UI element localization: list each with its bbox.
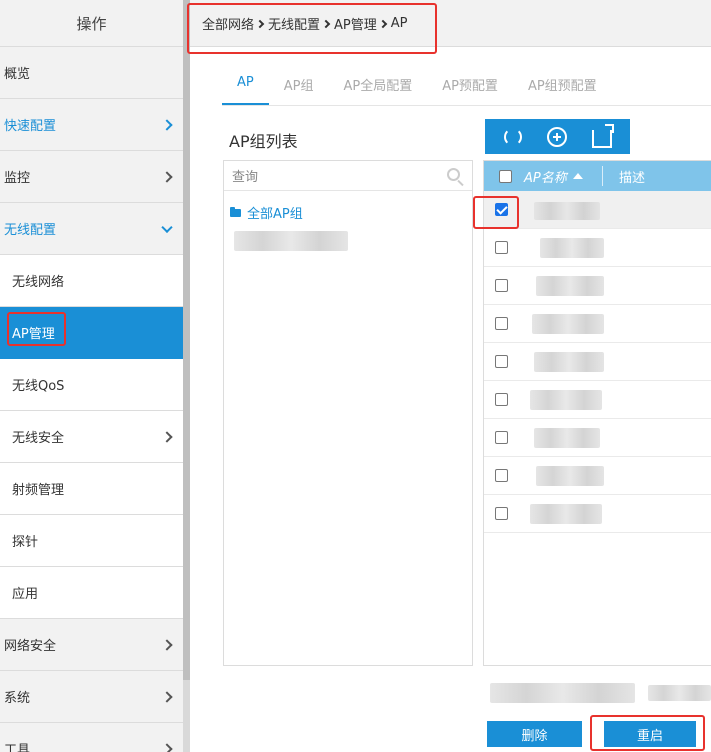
chevron-right-icon [161,638,173,651]
group-list-title: AP组列表 [229,132,298,151]
tree-item-all-ap-groups[interactable]: 全部AP组 [230,203,303,222]
sidebar-scrollbar[interactable] [183,0,190,752]
blurred-ap-name [536,466,604,486]
chevron-right-icon [161,742,173,752]
sidebar-item-label: 快速配置 [4,119,57,134]
sidebar-item-label: 概览 [4,67,31,82]
refresh-button[interactable] [501,125,525,149]
row-checkbox[interactable] [495,279,508,292]
chevron-right-icon [161,118,173,131]
table-row[interactable] [484,267,711,305]
sidebar-item-label: 应用 [12,587,39,602]
sidebar-item-probe[interactable]: 探针 [0,515,183,567]
sidebar-item-network-security[interactable]: 网络安全 [0,619,183,671]
export-icon [591,123,614,148]
row-checkbox[interactable] [495,241,508,254]
sidebar: 操作 概览 快速配置 监控 无线配置 无线网络 AP管理 无线QoS 无线安全 … [0,0,183,752]
tab-divider [222,105,711,106]
blurred-ap-name [534,352,604,372]
tab-ap-group-preconfig[interactable]: AP组预配置 [513,62,612,106]
ap-toolbar [485,119,630,154]
sidebar-scrollbar-thumb[interactable] [183,0,190,680]
blurred-ap-name [536,276,604,296]
tab-ap-group[interactable]: AP组 [269,62,329,106]
group-list-panel: 查询 全部AP组 [223,160,473,666]
folder-icon [230,206,241,217]
row-checkbox[interactable] [495,393,508,406]
sidebar-header: 操作 [0,0,183,47]
table-header: AP名称 描述 [484,161,711,191]
table-row[interactable] [484,229,711,267]
search-placeholder: 查询 [232,170,259,185]
add-button[interactable] [545,125,569,149]
search-icon[interactable] [447,168,460,181]
sidebar-item-label: 工具 [4,743,31,752]
sidebar-item-label: 探针 [12,535,39,550]
sidebar-item-label: 无线配置 [4,223,57,238]
blurred-ap-name [530,504,602,524]
sidebar-item-wireless-qos[interactable]: 无线QoS [0,359,183,411]
search-input[interactable]: 查询 [224,161,472,191]
sidebar-item-label: 网络安全 [4,639,57,654]
column-header-description[interactable]: 描述 [619,167,697,186]
sidebar-item-wireless-network[interactable]: 无线网络 [0,255,183,307]
sidebar-item-label: 无线网络 [12,275,65,290]
blurred-ap-name [534,428,600,448]
blurred-pagination-info [648,685,711,701]
table-row[interactable] [484,419,711,457]
table-row[interactable] [484,457,711,495]
highlight-box-ap-management [7,312,66,346]
column-divider [602,166,603,186]
sidebar-item-quick-config[interactable]: 快速配置 [0,99,183,151]
row-checkbox[interactable] [495,507,508,520]
column-header-ap-name[interactable]: AP名称 [524,167,602,186]
export-button[interactable] [590,123,614,149]
tab-ap-global-config[interactable]: AP全局配置 [328,62,427,106]
blurred-pagination-info [490,683,635,703]
sidebar-item-application[interactable]: 应用 [0,567,183,619]
ap-table: AP名称 描述 [483,160,711,666]
sidebar-item-label: 系统 [4,691,31,706]
row-checkbox[interactable] [495,431,508,444]
table-row[interactable] [484,495,711,533]
row-checkbox[interactable] [495,355,508,368]
sidebar-item-label: 无线QoS [12,379,65,394]
blurred-ap-name [532,314,604,334]
chevron-right-icon [161,430,173,443]
blurred-tree-item[interactable] [234,231,348,251]
tab-bar: AP AP组 AP全局配置 AP预配置 AP组预配置 [222,62,612,106]
chevron-right-icon [161,170,173,183]
sidebar-item-tools[interactable]: 工具 [0,723,183,752]
sort-ascending-icon [572,173,583,179]
sidebar-item-monitor[interactable]: 监控 [0,151,183,203]
table-row[interactable] [484,343,711,381]
sidebar-item-wireless-config[interactable]: 无线配置 [0,203,183,255]
refresh-icon [504,127,523,146]
blurred-ap-name [534,202,600,220]
add-icon [547,126,568,147]
sidebar-item-overview[interactable]: 概览 [0,47,183,99]
tree-item-label: 全部AP组 [247,207,303,222]
blurred-ap-name [530,390,602,410]
sidebar-item-wireless-security[interactable]: 无线安全 [0,411,183,463]
highlight-box-breadcrumb [187,3,437,54]
highlight-box-row-checkbox [473,196,519,229]
sidebar-item-radio-management[interactable]: 射频管理 [0,463,183,515]
table-row[interactable] [484,305,711,343]
tab-ap[interactable]: AP [222,62,269,106]
sidebar-item-system[interactable]: 系统 [0,671,183,723]
select-all-checkbox[interactable] [499,169,512,183]
highlight-box-restart [590,715,705,751]
sidebar-item-label: 监控 [4,171,31,186]
tab-ap-preconfig[interactable]: AP预配置 [427,62,513,106]
chevron-down-icon [161,221,173,233]
blurred-ap-name [540,238,604,258]
row-checkbox[interactable] [495,317,508,330]
sidebar-item-label: 无线安全 [12,431,65,446]
sidebar-item-label: 射频管理 [12,483,65,498]
chevron-right-icon [161,690,173,703]
delete-button[interactable]: 删除 [487,721,582,747]
row-checkbox[interactable] [495,469,508,482]
table-row[interactable] [484,381,711,419]
